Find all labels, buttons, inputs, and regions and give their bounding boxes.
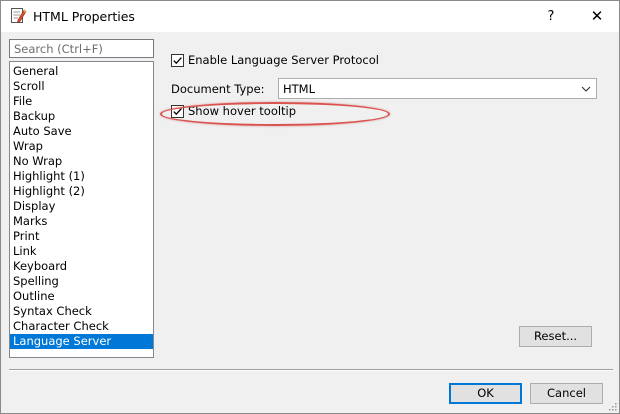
nav-item[interactable]: Marks [10,214,153,229]
nav-item[interactable]: Print [10,229,153,244]
nav-item[interactable]: Spelling [10,274,153,289]
footer-separator [9,369,613,371]
reset-button[interactable]: Reset... [519,326,592,347]
show-hover-checkbox[interactable] [171,104,184,118]
nav-item[interactable]: Keyboard [10,259,153,274]
nav-item[interactable]: No Wrap [10,154,153,169]
enable-lsp-label: Enable Language Server Protocol [188,53,379,67]
help-button[interactable]: ? [537,1,565,32]
document-pencil-icon [11,8,27,23]
category-list[interactable]: General Scroll File Backup Auto Save Wrap No W… [9,61,154,358]
document-type-value: HTML [283,82,316,96]
properties-dialog: HTML Properties ? ✕ GeneralScrollFileBac… [0,0,620,414]
nav-item[interactable]: Highlight (1) [10,169,153,184]
close-button[interactable]: ✕ [579,1,615,32]
nav-item[interactable]: Auto Save [10,124,153,139]
show-hover-label: Show hover tooltip [188,104,297,118]
document-type-select[interactable]: HTML [278,78,597,99]
search-input[interactable] [9,39,154,58]
nav-item[interactable]: Character Check [10,319,153,334]
nav-item[interactable]: Display [10,199,153,214]
checkmark-icon [173,56,182,64]
chevron-down-icon [581,86,591,92]
checkmark-icon [173,107,182,115]
resize-grip-icon[interactable] [607,401,617,411]
document-type-label: Document Type: [171,82,265,96]
nav-item[interactable]: File [10,94,153,109]
nav-item[interactable]: Link [10,244,153,259]
nav-item[interactable]: Syntax Check [10,304,153,319]
nav-item[interactable]: Language Server [10,334,153,349]
nav-item[interactable]: Scroll [10,79,153,94]
nav-item[interactable]: Outline [10,289,153,304]
nav-item[interactable]: Backup [10,109,153,124]
nav-item[interactable]: Highlight (2) [10,184,153,199]
show-hover-row[interactable]: Show hover tooltip [171,103,296,119]
nav-item[interactable]: General [10,64,153,79]
enable-lsp-row[interactable]: Enable Language Server Protocol [171,52,379,68]
enable-lsp-checkbox[interactable] [171,53,184,67]
cancel-button[interactable]: Cancel [530,383,603,404]
window-title: HTML Properties [33,9,135,24]
nav-item[interactable]: Wrap [10,139,153,154]
ok-button[interactable]: OK [449,383,522,404]
title-bar[interactable]: HTML Properties ? ✕ [1,1,619,32]
